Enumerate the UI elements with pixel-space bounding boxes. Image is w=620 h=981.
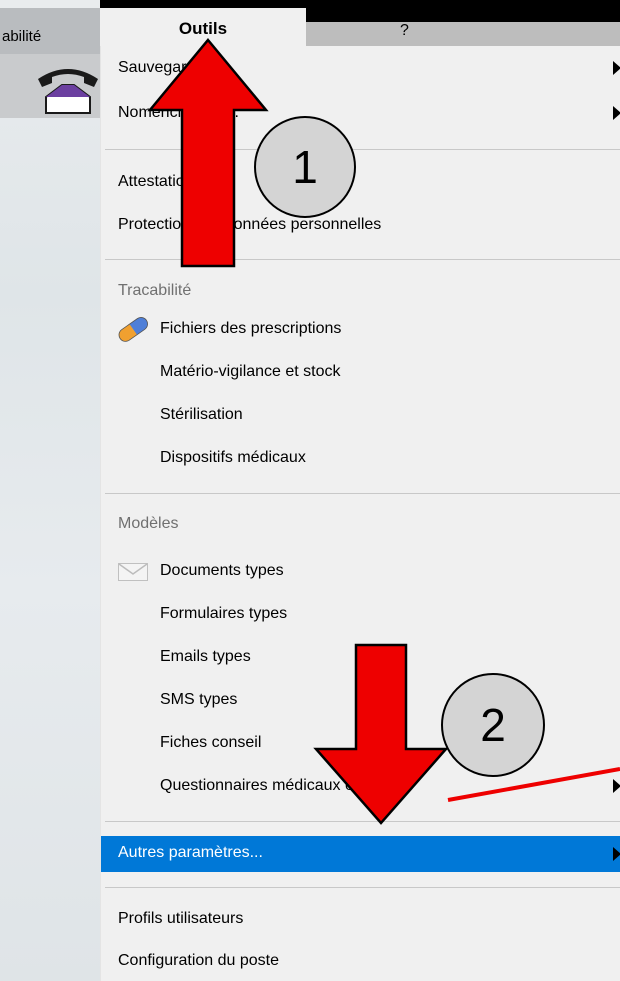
- tab-outils-label: Outils: [178, 19, 228, 38]
- menu-item-fichiers-prescriptions[interactable]: Fichiers des prescriptions: [101, 313, 620, 347]
- tab-help[interactable]: ?: [306, 22, 620, 46]
- submenu-arrow-icon: [613, 106, 620, 120]
- submenu-arrow-icon: [613, 779, 620, 793]
- menu-item-formulaires-types[interactable]: Formulaires types: [101, 598, 620, 632]
- menu-item-configuration-poste[interactable]: Configuration du poste: [101, 945, 620, 979]
- menu-item-label: Matério-vigilance et stock: [160, 363, 341, 380]
- menu-separator: [105, 259, 620, 260]
- menu-item-emails-types[interactable]: Emails types: [101, 641, 620, 675]
- menu-item-sterilisation[interactable]: Stérilisation: [101, 399, 620, 433]
- menu-item-label: Configuration du poste: [118, 952, 279, 969]
- step-1-badge: 1: [254, 116, 356, 218]
- menu-item-label: Profils utilisateurs: [118, 910, 244, 927]
- left-panel: abilité: [0, 0, 100, 981]
- menu-item-label: Fichiers des prescriptions: [160, 320, 342, 337]
- menu-item-nomenclatures[interactable]: Nomenclatures...: [101, 97, 620, 131]
- tab-outils[interactable]: Outils: [100, 8, 306, 46]
- menu-item-sauvegarde[interactable]: Sauvegarde...: [101, 52, 620, 86]
- pill-icon: [118, 317, 148, 342]
- menu-item-questionnaires-medicaux[interactable]: Questionnaires médicaux en ligne: [101, 770, 620, 804]
- tab-help-label: ?: [400, 22, 409, 39]
- tab-tracabilite-label: abilité: [2, 28, 42, 45]
- menu-item-label: Documents types: [160, 562, 284, 579]
- left-toolbar: [0, 54, 100, 118]
- outils-dropdown-menu: Sauvegarde... Nomenclatures... Attestati…: [100, 46, 620, 981]
- envelope-icon: [118, 563, 148, 581]
- menu-item-label: Fiches conseil: [160, 734, 262, 751]
- menu-item-label: Questionnaires médicaux en ligne: [160, 777, 402, 794]
- menu-item-label: Emails types: [160, 648, 251, 665]
- submenu-arrow-icon: [613, 847, 620, 861]
- submenu-arrow-icon: [613, 61, 620, 75]
- menu-item-profils-utilisateurs[interactable]: Profils utilisateurs: [101, 903, 620, 937]
- section-header-modeles: Modèles: [118, 515, 179, 532]
- menu-item-label: Attestation DMP: [118, 173, 234, 190]
- menu-item-label: Stérilisation: [160, 406, 243, 423]
- menu-item-label: Protection des données personnelles: [118, 216, 382, 233]
- step-2-badge: 2: [441, 673, 545, 777]
- menu-item-label: Dispositifs médicaux: [160, 449, 306, 466]
- menu-separator: [105, 821, 620, 822]
- menu-separator: [105, 493, 620, 494]
- menu-item-documents-types[interactable]: Documents types: [101, 555, 620, 589]
- tab-tracabilite[interactable]: abilité: [0, 8, 100, 54]
- section-header-tracabilite: Tracabilité: [118, 282, 192, 299]
- menu-separator: [105, 887, 620, 888]
- phone-icon[interactable]: [36, 57, 100, 115]
- menu-item-label: Nomenclatures...: [118, 104, 239, 121]
- menu-item-label: SMS types: [160, 691, 238, 708]
- menu-separator: [105, 149, 620, 150]
- menu-item-autres-parametres[interactable]: Autres paramètres...: [101, 836, 620, 872]
- menu-item-label: Autres paramètres...: [118, 844, 263, 861]
- menu-item-label: Sauvegarde...: [118, 59, 218, 76]
- menu-item-materio-vigilance[interactable]: Matério-vigilance et stock: [101, 356, 620, 390]
- menu-item-protection-donnees[interactable]: Protection des données personnelles: [101, 209, 620, 243]
- menu-item-attestation-dmp[interactable]: Attestation DMP: [101, 166, 620, 200]
- menu-item-label: Formulaires types: [160, 605, 288, 622]
- menu-item-dispositifs-medicaux[interactable]: Dispositifs médicaux: [101, 442, 620, 476]
